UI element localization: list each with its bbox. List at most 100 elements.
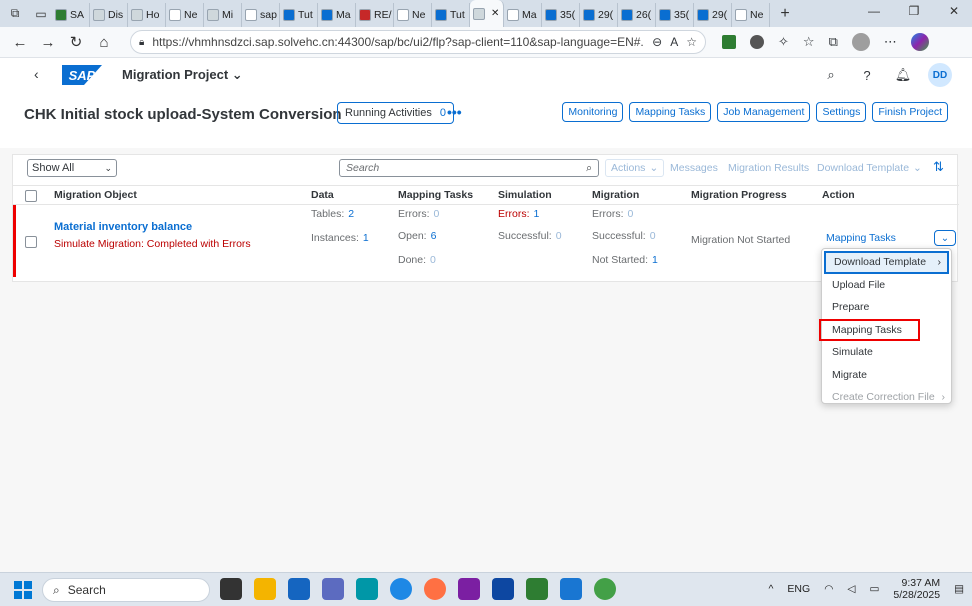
search-icon[interactable]: ⌕ — [586, 162, 592, 175]
menu-item-mapping-tasks[interactable]: Mapping Tasks — [819, 318, 920, 341]
store-icon[interactable] — [288, 578, 310, 600]
mapping-tasks-action-link[interactable]: Mapping Tasks — [826, 232, 896, 244]
menu-item-simulate[interactable]: Simulate — [822, 341, 951, 364]
browser-tab[interactable]: Ho — [128, 3, 166, 27]
outlook-icon[interactable] — [492, 578, 514, 600]
chevron-up-icon[interactable]: ^ — [768, 583, 773, 595]
filter-select[interactable]: Show All ⌄ — [27, 159, 117, 177]
data-instances-value[interactable]: 1 — [363, 232, 369, 244]
browser-tab[interactable]: sap — [242, 3, 280, 27]
browser-tab[interactable]: Dis — [90, 3, 128, 27]
copilot-icon[interactable] — [910, 33, 929, 51]
zoom-icon[interactable]: ⊖ — [652, 35, 662, 49]
extension-icon[interactable] — [722, 35, 736, 49]
favorites-icon[interactable]: ☆ — [803, 34, 815, 50]
action-dropdown-button[interactable]: ⌄ — [934, 230, 956, 246]
browser-tab[interactable]: Tut — [432, 3, 470, 27]
browser-tab[interactable]: Mi — [204, 3, 242, 27]
excel-icon[interactable] — [526, 578, 548, 600]
actions-menu-button[interactable]: Actions ⌄ — [605, 159, 665, 177]
sap-logo[interactable]: SAP — [62, 65, 102, 85]
browser-tab[interactable]: Ne — [394, 3, 432, 27]
forward-icon[interactable]: → — [34, 28, 62, 56]
more-actions-icon[interactable]: ••• — [447, 104, 462, 120]
notification-icon[interactable]: ▤ — [954, 583, 964, 595]
workspaces-icon[interactable]: ⧉ — [4, 3, 26, 25]
extensions-puzzle-icon[interactable]: ✧ — [778, 34, 789, 50]
profile-icon[interactable] — [851, 33, 870, 51]
help-icon[interactable]: ? — [856, 64, 878, 86]
messages-button[interactable]: Messages — [670, 159, 718, 177]
browser-tab[interactable]: 26( — [618, 3, 656, 27]
clock[interactable]: 9:37 AM 5/28/2025 — [893, 577, 940, 601]
task-view-icon[interactable] — [220, 578, 242, 600]
wechat-icon[interactable] — [594, 578, 616, 600]
back-icon[interactable]: ← — [6, 28, 34, 56]
more-icon[interactable]: ⋯ — [884, 34, 897, 50]
battery-icon[interactable]: ▭ — [869, 583, 879, 595]
home-icon[interactable]: ⌂ — [90, 28, 118, 56]
edge-icon[interactable] — [390, 578, 412, 600]
data-tables-value[interactable]: 2 — [348, 208, 354, 220]
browser-tab[interactable]: Ma — [318, 3, 356, 27]
browser-tab[interactable]: 29( — [694, 3, 732, 27]
menu-item-migrate[interactable]: Migrate — [822, 364, 951, 387]
search-icon[interactable]: ⌕ — [820, 64, 842, 86]
onenote-icon[interactable] — [458, 578, 480, 600]
browser-tab[interactable]: 35( — [542, 3, 580, 27]
tab-actions-icon[interactable]: ▭ — [30, 3, 52, 25]
teams-icon[interactable] — [322, 578, 344, 600]
menu-item-upload-file[interactable]: Upload File — [822, 274, 951, 297]
browser-tab[interactable]: RE/ — [356, 3, 394, 27]
taskbar-search[interactable]: ⌕ Search — [42, 578, 210, 602]
running-activities-button[interactable]: Running Activities 0 — [337, 102, 454, 124]
migration-results-button[interactable]: Migration Results — [728, 159, 809, 177]
browser-tab[interactable]: Ne — [166, 3, 204, 27]
file-explorer-icon[interactable] — [254, 578, 276, 600]
job-management-button[interactable]: Job Management — [717, 102, 811, 122]
refresh-icon[interactable]: ↻ — [62, 28, 90, 56]
new-tab-icon[interactable]: + — [774, 3, 796, 25]
app-title[interactable]: Migration Project ⌄ — [122, 67, 243, 83]
volume-icon[interactable]: ◁ — [847, 583, 855, 595]
restore-icon[interactable]: ❐ — [896, 0, 932, 22]
row-checkbox[interactable] — [25, 236, 37, 248]
menu-item-download-template[interactable]: Download Template › — [824, 251, 949, 274]
simulation-errors-value[interactable]: 1 — [534, 208, 540, 220]
language-indicator[interactable]: ENG — [787, 583, 810, 595]
minimize-icon[interactable]: — — [856, 0, 892, 22]
browser-tab[interactable]: Ma — [504, 3, 542, 27]
app-icon[interactable] — [424, 578, 446, 600]
app-icon[interactable] — [356, 578, 378, 600]
read-aloud-icon[interactable]: A — [670, 35, 678, 49]
mapping-tasks-button[interactable]: Mapping Tasks — [629, 102, 712, 122]
browser-tab[interactable]: ✕ — [470, 0, 504, 27]
notification-bell-icon[interactable]: 🔔︎ — [892, 64, 914, 86]
settings-button[interactable]: Settings — [816, 102, 867, 122]
migration-not-started-value[interactable]: 1 — [652, 254, 658, 266]
browser-tab[interactable]: Tut — [280, 3, 318, 27]
sort-icon[interactable]: ⇅ — [933, 159, 944, 175]
browser-tab[interactable]: Ne — [732, 3, 770, 27]
shell-back-icon[interactable]: ‹ — [34, 66, 39, 82]
select-all-checkbox[interactable] — [25, 190, 37, 202]
favorite-star-icon[interactable]: ☆ — [686, 35, 697, 49]
close-tab-icon[interactable]: ✕ — [491, 8, 499, 19]
extension-icon[interactable] — [750, 35, 764, 49]
migration-object-link[interactable]: Material inventory balance — [54, 221, 192, 233]
close-icon[interactable]: ✕ — [936, 0, 972, 22]
url-field[interactable]: 🔒︎ https://vhmhnsdzci.sap.solvehc.cn:443… — [130, 30, 706, 54]
browser-tab[interactable]: 29( — [580, 3, 618, 27]
menu-item-prepare[interactable]: Prepare — [822, 296, 951, 319]
search-input[interactable]: Search ⌕ — [339, 159, 599, 177]
wifi-icon[interactable]: ◠ — [824, 583, 833, 595]
mapping-open-value[interactable]: 6 — [431, 230, 437, 242]
windows-start-icon[interactable] — [14, 581, 32, 599]
monitoring-button[interactable]: Monitoring — [562, 102, 624, 122]
finish-project-button[interactable]: Finish Project — [872, 102, 948, 122]
notepad-icon[interactable] — [560, 578, 582, 600]
browser-tab[interactable]: 35( — [656, 3, 694, 27]
browser-tab[interactable]: SA — [52, 3, 90, 27]
collections-icon[interactable]: ⧉ — [829, 34, 838, 50]
download-template-button[interactable]: Download Template ⌄ — [817, 159, 922, 177]
